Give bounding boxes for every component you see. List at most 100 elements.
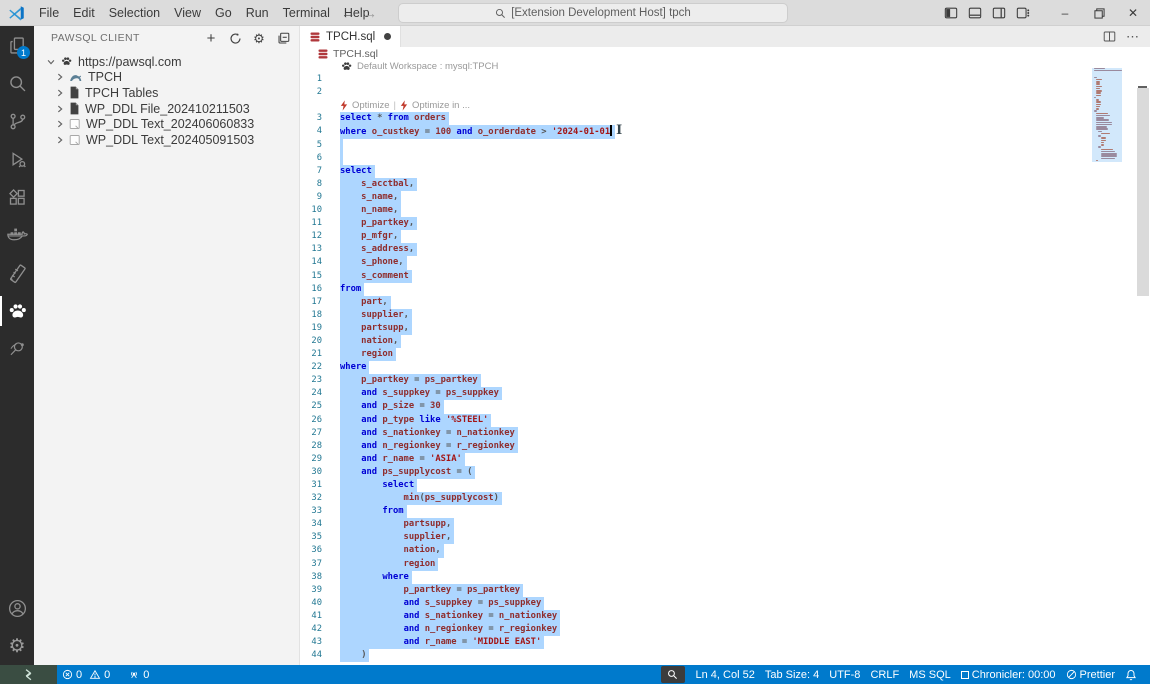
tree-item-tpch-tables[interactable]: TPCH Tables	[34, 85, 299, 101]
search-icon[interactable]	[0, 64, 34, 102]
nav-forward-button[interactable]: →	[363, 5, 377, 21]
run-debug-icon[interactable]	[0, 140, 34, 178]
code-line-43[interactable]: 43 and r_name = 'MIDDLE EAST'	[300, 636, 1150, 650]
code-line-30[interactable]: 30 and ps_supplycost = (	[300, 465, 1150, 479]
account-icon[interactable]	[0, 589, 34, 627]
code-line-2[interactable]: 2	[300, 86, 1150, 99]
split-editor-icon[interactable]	[1103, 30, 1116, 43]
code-line-27[interactable]: 27 and s_nationkey = n_nationkey	[300, 426, 1150, 440]
pawsql-icon[interactable]	[0, 292, 34, 330]
code-line-1[interactable]: 1	[300, 73, 1150, 86]
menu-terminal[interactable]: Terminal	[276, 3, 337, 23]
code-line-18[interactable]: 18 supplier,	[300, 308, 1150, 322]
code-line-25[interactable]: 25 and p_size = 30	[300, 400, 1150, 414]
menu-file[interactable]: File	[32, 3, 66, 23]
code-line-39[interactable]: 39 p_partkey = ps_partkey	[300, 583, 1150, 597]
optimize-codelens-row[interactable]: Optimize | Optimize in ...	[340, 99, 470, 112]
toggle-secondary-sidebar-icon[interactable]	[992, 6, 1006, 20]
code-line-21[interactable]: 21 region	[300, 348, 1150, 362]
code-line-37[interactable]: 37 region	[300, 557, 1150, 571]
settings-icon[interactable]: ⚙	[0, 627, 34, 665]
code-line-9[interactable]: 9 s_name,	[300, 190, 1150, 205]
optimize-in-codelens[interactable]: Optimize in ...	[412, 99, 470, 112]
code-line-38[interactable]: 38 where	[300, 570, 1150, 584]
code-line-26[interactable]: 26 and p_type like '%STEEL'	[300, 413, 1150, 427]
more-actions-icon[interactable]: ⋯	[1126, 29, 1140, 45]
code-line-14[interactable]: 14 s_phone,	[300, 256, 1150, 270]
code-line-11[interactable]: 11 p_partkey,	[300, 217, 1150, 231]
code-line-44[interactable]: 44 )	[300, 649, 1150, 663]
extensions-icon[interactable]	[0, 178, 34, 216]
code-editor[interactable]: Default Workspace : mysql:TPCH 1 2 Optimize…	[300, 60, 1150, 665]
code-line-5[interactable]: 5	[300, 138, 1150, 152]
code-line-8[interactable]: 8 s_acctbal,	[300, 177, 1150, 191]
status-warnings[interactable]: 0	[87, 665, 115, 684]
code-line-23[interactable]: 23 p_partkey = ps_partkey	[300, 374, 1150, 388]
docker-icon[interactable]	[0, 216, 34, 254]
code-line-29[interactable]: 29 and r_name = 'ASIA'	[300, 452, 1150, 466]
settings-icon[interactable]: ⚙	[251, 30, 267, 46]
nav-back-button[interactable]: ←	[341, 5, 355, 21]
code-review-icon[interactable]	[0, 330, 34, 368]
code-line-19[interactable]: 19 partsupp,	[300, 321, 1150, 335]
code-line-13[interactable]: 13 s_address,	[300, 243, 1150, 257]
code-line-35[interactable]: 35 supplier,	[300, 531, 1150, 545]
code-line-31[interactable]: 31 select	[300, 479, 1150, 493]
code-line-33[interactable]: 33 from	[300, 505, 1150, 519]
scrollbar-thumb[interactable]	[1137, 88, 1149, 296]
tree-item-https-pawsql-com[interactable]: https://pawsql.com	[34, 54, 299, 70]
modified-dot-icon[interactable]	[384, 33, 392, 40]
code-line-6[interactable]: 6	[300, 151, 1150, 165]
workspace-codelens[interactable]: Default Workspace : mysql:TPCH	[340, 60, 498, 73]
database-tools-icon[interactable]	[0, 254, 34, 292]
command-center[interactable]: [Extension Development Host] tpch	[398, 3, 788, 23]
status-tab-size[interactable]: Tab Size: 4	[760, 665, 824, 684]
code-line-16[interactable]: 16 from	[300, 282, 1150, 296]
status-language-mode[interactable]: MS SQL	[904, 665, 956, 684]
tree-item-wp-ddl-file-202410211503[interactable]: WP_DDL File_202410211503	[34, 101, 299, 117]
code-line-3[interactable]: 3 select * from orders	[300, 112, 1150, 126]
menu-selection[interactable]: Selection	[102, 3, 167, 23]
code-line-32[interactable]: 32 min(ps_supplycost)	[300, 492, 1150, 506]
code-line-15[interactable]: 15 s_comment	[300, 269, 1150, 283]
status-prettier[interactable]: Prettier	[1061, 665, 1120, 684]
menu-view[interactable]: View	[167, 3, 208, 23]
remote-indicator[interactable]	[0, 665, 57, 684]
workspace-lens-label[interactable]: Default Workspace : mysql:TPCH	[357, 60, 498, 73]
menu-run[interactable]: Run	[239, 3, 276, 23]
tree-item-wp-ddl-text-202405091503[interactable]: WP_DDL Text_202405091503	[34, 132, 299, 148]
status-cursor-position[interactable]: Ln 4, Col 52	[691, 665, 760, 684]
code-line-17[interactable]: 17 part,	[300, 295, 1150, 309]
breadcrumb-file[interactable]: TPCH.sql	[333, 48, 378, 60]
status-ports[interactable]: 0	[123, 665, 154, 684]
minimap[interactable]	[1092, 60, 1136, 665]
code-line-22[interactable]: 22 where	[300, 361, 1150, 375]
toggle-sidebar-icon[interactable]	[944, 6, 958, 20]
status-chronicler[interactable]: Chronicler: 00:00	[956, 665, 1061, 684]
code-line-12[interactable]: 12 p_mfgr,	[300, 230, 1150, 244]
close-button[interactable]: ✕	[1116, 0, 1150, 26]
add-icon[interactable]: +	[203, 30, 219, 46]
status-errors[interactable]: 0	[57, 665, 87, 684]
status-encoding[interactable]: UTF-8	[824, 665, 865, 684]
code-line-10[interactable]: 10 n_name,	[300, 204, 1150, 218]
status-notifications[interactable]	[1120, 665, 1142, 684]
menu-edit[interactable]: Edit	[66, 3, 102, 23]
code-line-4[interactable]: 4 where o_custkey = 100 and o_orderdate >…	[300, 125, 1150, 139]
explorer-icon[interactable]: 1	[0, 26, 34, 64]
vertical-scrollbar[interactable]	[1136, 60, 1150, 665]
code-line-36[interactable]: 36 nation,	[300, 544, 1150, 558]
breadcrumb[interactable]: TPCH.sql	[300, 47, 1150, 60]
code-line-34[interactable]: 34 partsupp,	[300, 518, 1150, 532]
code-line-7[interactable]: 7 select	[300, 164, 1150, 178]
minimize-button[interactable]: –	[1048, 0, 1082, 26]
customize-layout-icon[interactable]	[1016, 6, 1030, 20]
code-line-40[interactable]: 40 and s_suppkey = ps_suppkey	[300, 596, 1150, 610]
zoom-indicator[interactable]	[660, 666, 685, 683]
optimize-codelens[interactable]: Optimize	[352, 99, 389, 112]
code-line-28[interactable]: 28 and n_regionkey = r_regionkey	[300, 439, 1150, 453]
code-line-20[interactable]: 20 nation,	[300, 334, 1150, 349]
source-control-icon[interactable]	[0, 102, 34, 140]
tab-tpch-sql[interactable]: TPCH.sql	[300, 26, 402, 47]
code-line-42[interactable]: 42 and n_regionkey = r_regionkey	[300, 623, 1150, 637]
